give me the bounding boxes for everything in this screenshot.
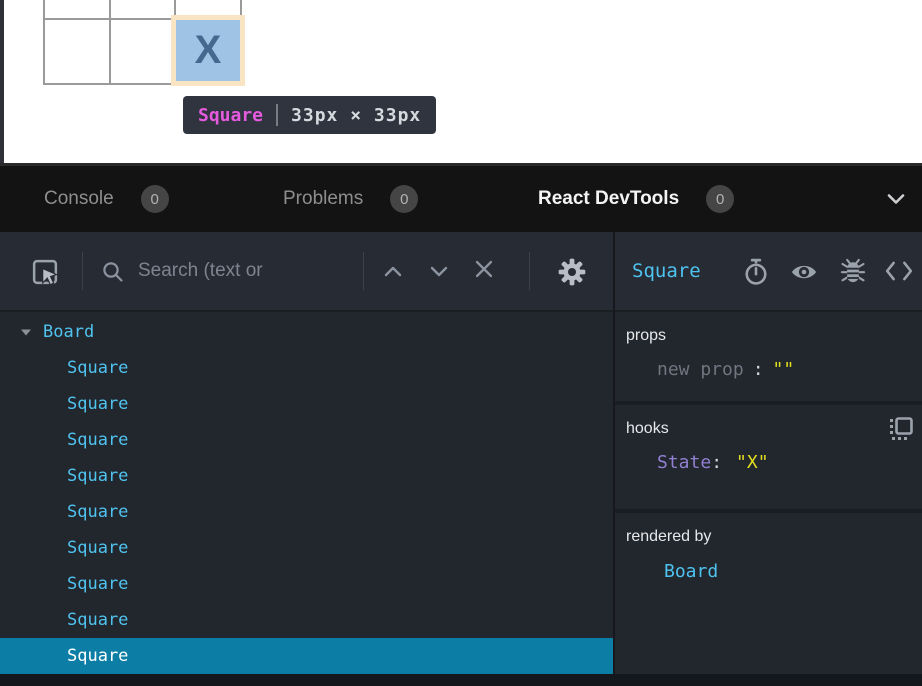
bug-icon: [839, 257, 867, 285]
devtools-window: X Square 33px × 33px Console 0 Problems …: [0, 0, 922, 686]
parse-hook-names-button[interactable]: [888, 416, 914, 442]
grid-line: [109, 0, 111, 84]
suspend-toggle-button[interactable]: [742, 258, 770, 286]
inspect-tooltip: Square 33px × 33px: [183, 96, 436, 134]
chevron-up-icon: [384, 266, 402, 277]
previous-result-button[interactable]: [380, 258, 406, 284]
clear-icon: [474, 259, 494, 279]
react-devtools-toolbar: Square: [0, 232, 922, 312]
rendered-by-title: rendered by: [626, 528, 711, 546]
square-cell-highlighted[interactable]: X: [176, 20, 240, 81]
devtools-tabbar: Console 0 Problems 0 React DevTools 0: [0, 163, 922, 232]
search-input[interactable]: [138, 256, 356, 286]
hooks-title: hooks: [626, 420, 669, 438]
tree-row-label: Board: [43, 322, 94, 342]
hooks-section: hooks Sta: [615, 405, 922, 509]
bottom-bar: [0, 674, 922, 686]
tab-react-devtools[interactable]: React DevTools 0: [538, 166, 734, 232]
inspect-dom-button[interactable]: [789, 260, 819, 284]
tab-badge: 0: [390, 185, 418, 213]
tree-row-square[interactable]: Square: [0, 494, 613, 530]
search-icon: [101, 260, 125, 284]
selected-component-title: Square: [632, 232, 701, 310]
tooltip-divider: [276, 104, 278, 126]
tooltip-size: 33px × 33px: [291, 105, 421, 126]
tree-row-label: Square: [67, 574, 128, 594]
component-tree: Board Square Square Square Square Square…: [0, 312, 613, 674]
new-prop-key[interactable]: new prop: [657, 359, 744, 380]
tab-label: Problems: [283, 188, 363, 210]
select-element-icon: [29, 256, 61, 288]
rendered-by-section: rendered by Board: [615, 513, 922, 662]
grid-line: [43, 0, 45, 84]
tooltip-component-name: Square: [198, 105, 263, 126]
tree-row-square[interactable]: Square: [0, 350, 613, 386]
chevron-down-icon: [430, 266, 448, 277]
tab-problems[interactable]: Problems 0: [283, 166, 418, 232]
new-prop-row[interactable]: new prop: "": [626, 359, 914, 380]
tab-badge: 0: [141, 185, 169, 213]
props-section: props new prop: "": [615, 312, 922, 401]
state-hook-value[interactable]: "X": [736, 452, 769, 473]
colon: :: [753, 359, 764, 380]
tree-row-square[interactable]: Square: [0, 566, 613, 602]
props-title: props: [626, 327, 666, 345]
state-hook-key: State: [657, 452, 711, 473]
toolbar-divider: [82, 252, 83, 290]
tab-label: React DevTools: [538, 188, 679, 210]
tab-console[interactable]: Console 0: [44, 166, 169, 232]
toolbar-divider: [529, 252, 530, 290]
tree-row-square[interactable]: Square: [0, 458, 613, 494]
collapse-chevron-icon: [886, 193, 906, 205]
tree-row-square[interactable]: Square: [0, 422, 613, 458]
component-details-panel: props new prop: "" hooks: [615, 312, 922, 674]
tab-badge: 0: [706, 185, 734, 213]
rendered-by-board-link[interactable]: Board: [626, 561, 914, 582]
state-hook-row[interactable]: State: "X": [626, 452, 914, 473]
collapse-panel-button[interactable]: [886, 166, 906, 232]
tree-row-square[interactable]: Square: [0, 530, 613, 566]
parse-hooks-icon: [888, 416, 914, 442]
tree-row-square[interactable]: Square: [0, 386, 613, 422]
view-source-button[interactable]: [884, 258, 914, 284]
gear-icon: [556, 256, 588, 288]
square-value: X: [195, 28, 222, 73]
tree-row-square-selected[interactable]: Square: [0, 638, 613, 674]
tree-row-label: Square: [67, 538, 128, 558]
code-brackets-icon: [885, 260, 913, 282]
new-prop-value[interactable]: "": [773, 359, 795, 380]
tree-row-board[interactable]: Board: [0, 314, 613, 350]
tree-row-square[interactable]: Square: [0, 602, 613, 638]
tree-row-label: Square: [67, 466, 128, 486]
tree-row-label: Square: [67, 646, 128, 666]
select-element-button[interactable]: [26, 254, 64, 290]
log-component-button[interactable]: [838, 256, 868, 286]
rendered-by-header: rendered by: [626, 526, 914, 548]
colon: :: [711, 452, 722, 473]
caret-down-icon: [20, 327, 32, 337]
stopwatch-icon: [743, 258, 769, 286]
tree-row-label: Square: [67, 502, 128, 522]
hooks-header: hooks: [626, 418, 914, 440]
inspect-highlight-padding: X: [171, 15, 245, 86]
tree-row-label: Square: [67, 358, 128, 378]
clear-search-button[interactable]: [471, 256, 497, 282]
tab-label: Console: [44, 188, 114, 210]
tree-row-label: Square: [67, 610, 128, 630]
next-result-button[interactable]: [426, 258, 452, 284]
tree-row-label: Square: [67, 394, 128, 414]
props-header: props: [626, 325, 914, 347]
settings-button[interactable]: [554, 254, 590, 290]
app-preview: X Square 33px × 33px: [0, 0, 922, 163]
window-left-edge: [0, 0, 4, 163]
tree-row-label: Square: [67, 430, 128, 450]
eye-icon: [790, 261, 818, 283]
toolbar-divider: [363, 252, 364, 290]
